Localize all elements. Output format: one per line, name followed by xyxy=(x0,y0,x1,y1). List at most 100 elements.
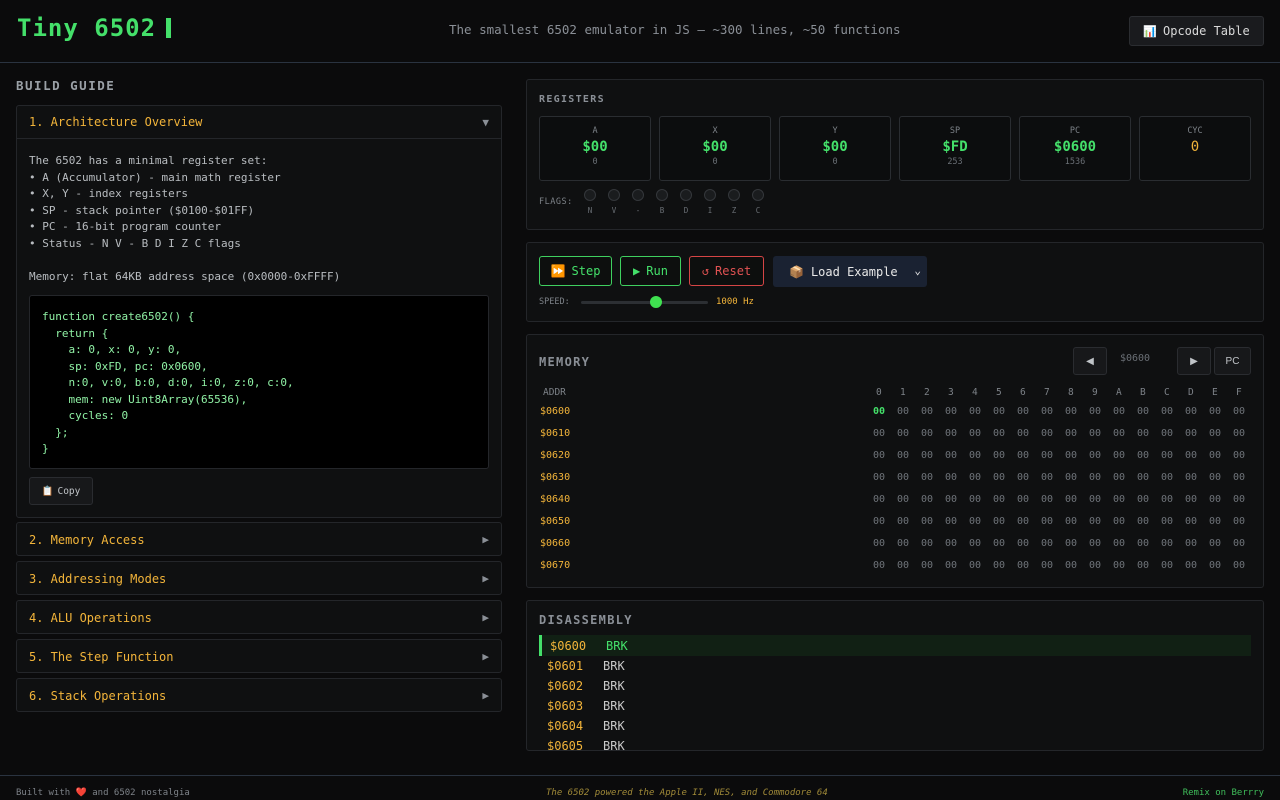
memory-byte-cell: 00 xyxy=(896,428,910,439)
load-example-label: Load Example xyxy=(810,264,898,279)
memory-byte-cell: 00 xyxy=(1088,406,1102,417)
memory-column-header: 7 xyxy=(1044,387,1050,398)
guide-section-header[interactable]: 4. ALU Operations ▶ xyxy=(17,601,501,634)
memory-byte-cell: 00 xyxy=(1184,406,1198,417)
memory-byte-cell: 00 xyxy=(1184,538,1198,549)
memory-byte-cell: 00 xyxy=(1040,560,1054,571)
reset-button[interactable]: ↺ Reset xyxy=(689,256,764,286)
opcode-table-button[interactable]: 📊 Opcode Table xyxy=(1129,16,1264,46)
copy-button[interactable]: 📋 Copy xyxy=(29,477,93,505)
memory-byte-cell: 00 xyxy=(1160,428,1174,439)
flag-indicator-icon xyxy=(656,189,668,201)
register-name: PC xyxy=(1069,126,1081,136)
memory-column-header: E xyxy=(1212,387,1218,398)
disassembly-mnemonic: BRK xyxy=(606,638,628,653)
memory-row-address: $0610 xyxy=(540,428,571,439)
memory-byte-cell: 00 xyxy=(872,428,886,439)
memory-byte-cell: 00 xyxy=(896,560,910,571)
memory-byte-cell: 00 xyxy=(1064,406,1078,417)
memory-pc-button[interactable]: PC xyxy=(1214,347,1251,375)
run-button[interactable]: ▶ Run xyxy=(620,256,681,286)
register-hex: $0600 xyxy=(1053,139,1097,155)
guide-section-header[interactable]: 6. Stack Operations ▶ xyxy=(17,679,501,712)
step-button[interactable]: ⏩ Step xyxy=(539,256,612,286)
memory-byte-cell: 00 xyxy=(920,428,934,439)
memory-byte-cell: 00 xyxy=(1232,494,1246,505)
memory-byte-cell: 00 xyxy=(1136,450,1150,461)
app-header: Tiny 6502 The smallest 6502 emulator in … xyxy=(0,0,1280,63)
guide-section-addressing-modes[interactable]: 3. Addressing Modes ▶ xyxy=(16,561,502,595)
memory-column-header: 5 xyxy=(996,387,1002,398)
memory-prev-button[interactable]: ◀ xyxy=(1073,347,1107,375)
disassembly-title: DISASSEMBLY xyxy=(539,613,633,627)
memory-byte-cell: 00 xyxy=(1136,560,1150,571)
memory-column-header: D xyxy=(1188,387,1194,398)
memory-byte-cell: 00 xyxy=(1088,560,1102,571)
app-footer: Built with ❤️ and 6502 nostalgia The 650… xyxy=(0,775,1280,800)
register-name: CYC xyxy=(1187,126,1203,136)
guide-section-title: 6. Stack Operations xyxy=(29,688,167,703)
guide-section-step-function[interactable]: 5. The Step Function ▶ xyxy=(16,639,502,673)
remix-link[interactable]: Remix on Berrry xyxy=(1183,788,1264,798)
flag-unused: - xyxy=(632,189,644,215)
memory-byte-cell: 00 xyxy=(1040,450,1054,461)
speed-slider-thumb[interactable] xyxy=(649,296,662,308)
load-example-select[interactable]: 📦 Load Example ⌄ xyxy=(773,256,927,287)
memory-byte-cell: 00 xyxy=(1040,428,1054,439)
guide-section-header[interactable]: 3. Addressing Modes ▶ xyxy=(17,562,501,595)
flag-c: C xyxy=(752,189,764,215)
app-title: Tiny 6502 xyxy=(17,14,157,42)
heart-icon: ❤️ xyxy=(75,788,87,798)
memory-byte-cell: 00 xyxy=(1064,450,1078,461)
memory-byte-cell: 00 xyxy=(872,472,886,483)
footer-trivia: The 6502 powered the Apple II, NES, and … xyxy=(546,788,828,798)
app-logo: Tiny 6502 xyxy=(17,14,172,42)
chevron-right-icon: ▶ xyxy=(482,533,489,546)
memory-byte-cell: 00 xyxy=(1088,450,1102,461)
guide-section-architecture: 1. Architecture Overview ▼ The 6502 has … xyxy=(16,105,502,518)
memory-byte-cell: 00 xyxy=(968,494,982,505)
guide-section-header[interactable]: 1. Architecture Overview ▼ xyxy=(17,106,501,139)
flag-indicator-icon xyxy=(704,189,716,201)
controls-panel: ⏩ Step ▶ Run ↺ Reset 📦 Load Example ⌄ SP… xyxy=(526,242,1264,322)
memory-byte-cell: 00 xyxy=(944,450,958,461)
flag-indicator-icon xyxy=(728,189,740,201)
flag-label: C xyxy=(755,206,761,215)
guide-section-title: 2. Memory Access xyxy=(29,532,145,547)
flag-label: V xyxy=(611,206,617,215)
memory-byte-cell: 00 xyxy=(1208,494,1222,505)
chevron-right-icon: ▶ xyxy=(482,650,489,663)
memory-byte-cell: 00 xyxy=(1232,406,1246,417)
memory-column-header: 3 xyxy=(948,387,954,398)
memory-byte-cell: 00 xyxy=(968,428,982,439)
memory-byte-cell: 00 xyxy=(1112,472,1126,483)
reset-label: Reset xyxy=(715,264,752,278)
memory-byte-cell: 00 xyxy=(1016,538,1030,549)
disassembly-address: $0604 xyxy=(547,718,584,733)
guide-section-header[interactable]: 5. The Step Function ▶ xyxy=(17,640,501,673)
guide-section-memory-access[interactable]: 2. Memory Access ▶ xyxy=(16,522,502,556)
memory-byte-cell: 00 xyxy=(1136,406,1150,417)
memory-byte-cell: 00 xyxy=(1208,472,1222,483)
flag-indicator-icon xyxy=(752,189,764,201)
memory-byte-cell: 00 xyxy=(1160,406,1174,417)
memory-column-header: 6 xyxy=(1020,387,1026,398)
memory-byte-cell: 00 xyxy=(872,516,886,527)
flag-n: N xyxy=(584,189,596,215)
guide-section-alu-operations[interactable]: 4. ALU Operations ▶ xyxy=(16,600,502,634)
speed-slider-track[interactable] xyxy=(581,301,708,304)
memory-row-address: $0640 xyxy=(540,494,571,505)
guide-section-title: 5. The Step Function xyxy=(29,649,174,664)
disassembly-mnemonic: BRK xyxy=(603,738,625,751)
memory-address-input[interactable]: $0600 xyxy=(1115,353,1155,364)
memory-byte-cell: 00 xyxy=(1136,538,1150,549)
guide-section-header[interactable]: 2. Memory Access ▶ xyxy=(17,523,501,556)
guide-section-stack-operations[interactable]: 6. Stack Operations ▶ xyxy=(16,678,502,712)
guide-section-title: 1. Architecture Overview xyxy=(29,115,203,129)
memory-byte-cell: 00 xyxy=(872,538,886,549)
flag-label: Z xyxy=(731,206,737,215)
build-guide-title: BUILD GUIDE xyxy=(16,78,116,93)
memory-next-button[interactable]: ▶ xyxy=(1177,347,1211,375)
memory-byte-cell: 00 xyxy=(920,538,934,549)
memory-byte-cell: 00 xyxy=(920,516,934,527)
